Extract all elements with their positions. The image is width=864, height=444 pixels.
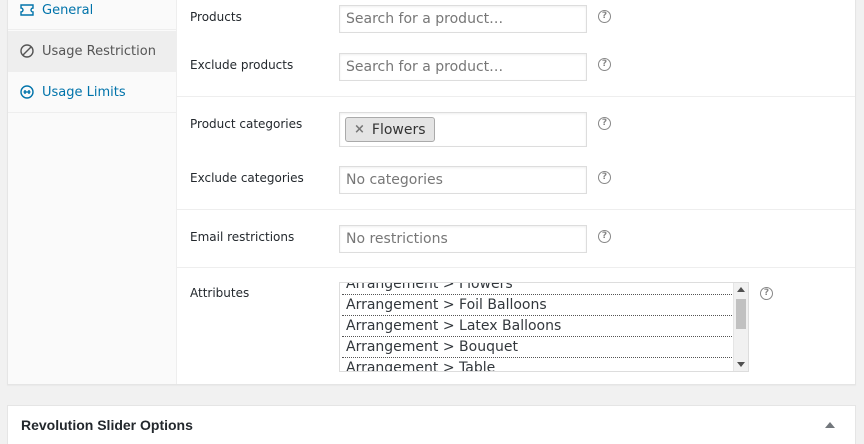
coupon-data-panel: General Usage Restriction Usage Limits P… — [7, 0, 856, 385]
products-placeholder: Search for a product… — [346, 11, 504, 27]
chip-label: Flowers — [371, 121, 426, 138]
product-categories-help-icon[interactable]: ? — [598, 117, 611, 130]
attribute-option[interactable]: Arrangement > Flowers — [342, 283, 732, 295]
chip-remove-icon[interactable]: × — [354, 122, 365, 137]
attributes-scrollbar[interactable] — [733, 283, 748, 371]
exclude-categories-select[interactable]: No categories — [339, 166, 587, 194]
exclude-products-label: Exclude products — [190, 58, 294, 72]
panel-title: Revolution Slider Options — [21, 417, 193, 433]
tab-usage-limits[interactable]: Usage Limits — [8, 72, 176, 113]
tab-usage-restriction-label: Usage Restriction — [42, 43, 156, 59]
divider — [177, 209, 855, 210]
scroll-down-arrow-icon[interactable] — [737, 362, 745, 367]
products-help-icon[interactable]: ? — [598, 10, 611, 23]
product-categories-select[interactable]: × Flowers — [339, 112, 587, 147]
revolution-slider-options-panel: Revolution Slider Options — [7, 405, 856, 444]
divider — [177, 96, 855, 97]
email-restrictions-placeholder: No restrictions — [346, 231, 448, 247]
attribute-option[interactable]: Arrangement > Foil Balloons — [342, 295, 732, 316]
attributes-help-icon[interactable]: ? — [760, 287, 773, 300]
ticket-icon — [18, 1, 36, 19]
email-restrictions-help-icon[interactable]: ? — [598, 230, 611, 243]
exclude-products-search-input[interactable]: Search for a product… — [339, 53, 587, 81]
coupon-tabs: General Usage Restriction Usage Limits — [8, 0, 177, 384]
email-restrictions-label: Email restrictions — [190, 230, 295, 244]
attributes-label: Attributes — [190, 286, 250, 300]
product-categories-label: Product categories — [190, 117, 303, 131]
attribute-option[interactable]: Arrangement > Latex Balloons — [342, 316, 732, 337]
limits-icon — [18, 83, 36, 101]
attribute-option[interactable]: Arrangement > Table — [342, 358, 732, 371]
scroll-thumb[interactable] — [736, 299, 746, 329]
email-restrictions-input[interactable]: No restrictions — [339, 225, 587, 253]
tab-general[interactable]: General — [8, 0, 176, 30]
exclude-categories-help-icon[interactable]: ? — [598, 171, 611, 184]
tab-usage-restriction[interactable]: Usage Restriction — [8, 31, 176, 72]
category-chip: × Flowers — [345, 117, 435, 142]
products-label: Products — [190, 10, 242, 24]
usage-restriction-content: Products Search for a product… ? Exclude… — [177, 0, 855, 384]
tab-usage-limits-label: Usage Limits — [42, 84, 126, 100]
scroll-up-arrow-icon[interactable] — [737, 287, 745, 292]
exclude-products-placeholder: Search for a product… — [346, 59, 504, 75]
ban-icon — [18, 42, 36, 60]
exclude-categories-placeholder: No categories — [346, 172, 443, 188]
collapse-toggle-icon[interactable] — [825, 422, 835, 428]
products-search-input[interactable]: Search for a product… — [339, 5, 587, 33]
attribute-option[interactable]: Arrangement > Bouquet — [342, 337, 732, 358]
divider — [177, 267, 855, 268]
attributes-multiselect[interactable]: Arrangement > Flowers Arrangement > Foil… — [339, 282, 749, 372]
tab-general-label: General — [42, 2, 94, 18]
exclude-products-help-icon[interactable]: ? — [598, 58, 611, 71]
exclude-categories-label: Exclude categories — [190, 171, 304, 185]
